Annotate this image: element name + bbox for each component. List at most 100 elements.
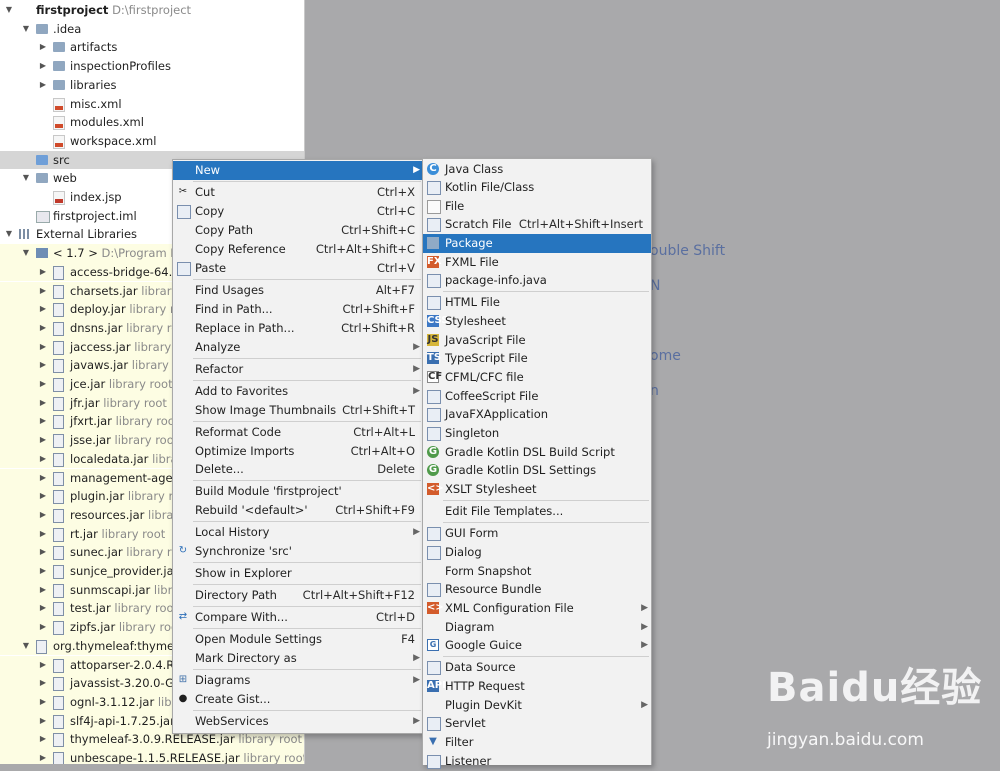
menu-item-diagram[interactable]: Diagram ▶: [423, 618, 651, 637]
chevron-right-icon[interactable]: ▶: [38, 656, 48, 675]
chevron-right-icon[interactable]: ▶: [38, 749, 48, 764]
menu-item-reformat-code[interactable]: Reformat Code Ctrl+Alt+L: [173, 423, 423, 442]
menu-item-compare-with[interactable]: ⇄ Compare With... Ctrl+D: [173, 608, 423, 627]
menu-item-package[interactable]: Package: [423, 234, 651, 253]
chevron-right-icon[interactable]: ▶: [38, 693, 48, 712]
chevron-right-icon[interactable]: ▶: [38, 599, 48, 618]
chevron-right-icon[interactable]: ▶: [38, 618, 48, 637]
tree-item[interactable]: modules.xml: [0, 113, 304, 132]
chevron-right-icon[interactable]: ▶: [38, 431, 48, 450]
chevron-right-icon[interactable]: ▶: [38, 412, 48, 431]
menu-item-directory-path[interactable]: Directory Path Ctrl+Alt+Shift+F12: [173, 586, 423, 605]
chevron-down-icon[interactable]: ▼: [4, 225, 14, 244]
menu-item-data-source[interactable]: Data Source: [423, 658, 651, 677]
menu-item-google-guice[interactable]: G Google Guice ▶: [423, 636, 651, 655]
menu-item-filter[interactable]: ▼ Filter: [423, 733, 651, 752]
menu-item-optimize-imports[interactable]: Optimize Imports Ctrl+Alt+O: [173, 442, 423, 461]
menu-item-dialog[interactable]: Dialog: [423, 543, 651, 562]
menu-item-xslt[interactable]: <> XSLT Stylesheet: [423, 480, 651, 499]
menu-item-singleton[interactable]: Singleton: [423, 424, 651, 443]
tree-item[interactable]: misc.xml: [0, 95, 304, 114]
menu-item-typescript-file[interactable]: TS TypeScript File: [423, 349, 651, 368]
menu-item-synchronize[interactable]: ↻ Synchronize 'src': [173, 542, 423, 561]
menu-item-rebuild[interactable]: Rebuild '<default>' Ctrl+Shift+F9: [173, 501, 423, 520]
chevron-right-icon[interactable]: ▶: [38, 38, 48, 57]
menu-item-xml-config[interactable]: <> XML Configuration File ▶: [423, 599, 651, 618]
chevron-right-icon[interactable]: ▶: [38, 319, 48, 338]
menu-item-add-to-favorites[interactable]: Add to Favorites ▶: [173, 382, 423, 401]
menu-item-javascript-file[interactable]: JS JavaScript File: [423, 331, 651, 350]
chevron-right-icon[interactable]: ▶: [38, 469, 48, 488]
chevron-right-icon[interactable]: ▶: [38, 562, 48, 581]
menu-item-find-usages[interactable]: Find Usages Alt+F7: [173, 281, 423, 300]
menu-item-resource-bundle[interactable]: Resource Bundle: [423, 580, 651, 599]
tree-item[interactable]: ▼ firstproject D:\firstproject: [0, 1, 304, 20]
chevron-right-icon[interactable]: ▶: [38, 581, 48, 600]
menu-item-analyze[interactable]: Analyze ▶: [173, 338, 423, 357]
menu-item-edit-templates[interactable]: Edit File Templates...: [423, 502, 651, 521]
menu-item-html-file[interactable]: HTML File: [423, 293, 651, 312]
menu-item-file[interactable]: File: [423, 197, 651, 216]
chevron-right-icon[interactable]: ▶: [38, 282, 48, 301]
chevron-right-icon[interactable]: ▶: [38, 263, 48, 282]
menu-item-kotlin-file[interactable]: Kotlin File/Class: [423, 178, 651, 197]
chevron-right-icon[interactable]: ▶: [38, 338, 48, 357]
menu-item-http-request[interactable]: API HTTP Request: [423, 677, 651, 696]
chevron-right-icon[interactable]: ▶: [38, 674, 48, 693]
chevron-right-icon[interactable]: ▶: [38, 57, 48, 76]
chevron-down-icon[interactable]: ▼: [21, 637, 31, 656]
menu-item-create-gist[interactable]: ● Create Gist...: [173, 690, 423, 709]
menu-item-java-class[interactable]: C Java Class: [423, 160, 651, 179]
menu-item-open-module-settings[interactable]: Open Module Settings F4: [173, 630, 423, 649]
menu-item-find-in-path[interactable]: Find in Path... Ctrl+Shift+F: [173, 300, 423, 319]
menu-item-local-history[interactable]: Local History ▶: [173, 523, 423, 542]
menu-item-form-snapshot[interactable]: Form Snapshot: [423, 562, 651, 581]
menu-item-webservices[interactable]: WebServices ▶: [173, 712, 423, 731]
menu-item-stylesheet[interactable]: CSS Stylesheet: [423, 312, 651, 331]
chevron-right-icon[interactable]: ▶: [38, 712, 48, 731]
menu-item-mark-directory-as[interactable]: Mark Directory as ▶: [173, 649, 423, 668]
menu-item-listener[interactable]: Listener: [423, 752, 651, 771]
menu-item-replace-in-path[interactable]: Replace in Path... Ctrl+Shift+R: [173, 319, 423, 338]
tree-item[interactable]: ▶ inspectionProfiles: [0, 57, 304, 76]
chevron-right-icon[interactable]: ▶: [38, 375, 48, 394]
menu-item-copy-reference[interactable]: Copy Reference Ctrl+Alt+Shift+C: [173, 240, 423, 259]
menu-item-scratch-file[interactable]: Scratch File Ctrl+Alt+Shift+Insert: [423, 215, 651, 234]
chevron-down-icon[interactable]: ▼: [21, 169, 31, 188]
menu-item-copy-path[interactable]: Copy Path Ctrl+Shift+C: [173, 221, 423, 240]
menu-item-gradle-settings[interactable]: G Gradle Kotlin DSL Settings: [423, 461, 651, 480]
menu-item-cfml-file[interactable]: CF CFML/CFC file: [423, 368, 651, 387]
menu-item-gui-form[interactable]: GUI Form: [423, 524, 651, 543]
menu-item-new[interactable]: New ▶: [173, 161, 423, 180]
tree-item[interactable]: ▼ .idea: [0, 20, 304, 39]
menu-item-plugin-devkit[interactable]: Plugin DevKit ▶: [423, 696, 651, 715]
tree-item[interactable]: workspace.xml: [0, 132, 304, 151]
chevron-down-icon[interactable]: ▼: [21, 244, 31, 263]
chevron-right-icon[interactable]: ▶: [38, 450, 48, 469]
menu-item-coffeescript-file[interactable]: CoffeeScript File: [423, 387, 651, 406]
menu-item-delete[interactable]: Delete... Delete: [173, 460, 423, 479]
tree-item[interactable]: ▶ libraries: [0, 76, 304, 95]
menu-item-paste[interactable]: Paste Ctrl+V: [173, 259, 423, 278]
menu-item-servlet[interactable]: Servlet: [423, 714, 651, 733]
chevron-down-icon[interactable]: ▼: [21, 20, 31, 39]
chevron-right-icon[interactable]: ▶: [38, 300, 48, 319]
menu-item-show-in-explorer[interactable]: Show in Explorer: [173, 564, 423, 583]
chevron-right-icon[interactable]: ▶: [38, 525, 48, 544]
menu-item-package-info[interactable]: package-info.java: [423, 271, 651, 290]
tree-item[interactable]: ▶ artifacts: [0, 38, 304, 57]
tree-item[interactable]: ▶ unbescape-1.1.5.RELEASE.jar library roo…: [0, 749, 304, 764]
chevron-down-icon[interactable]: ▼: [4, 1, 14, 20]
chevron-right-icon[interactable]: ▶: [38, 730, 48, 749]
chevron-right-icon[interactable]: ▶: [38, 487, 48, 506]
menu-item-fxml-file[interactable]: FX FXML File: [423, 253, 651, 272]
chevron-right-icon[interactable]: ▶: [38, 394, 48, 413]
menu-item-gradle-build[interactable]: G Gradle Kotlin DSL Build Script: [423, 443, 651, 462]
menu-item-build-module[interactable]: Build Module 'firstproject': [173, 482, 423, 501]
menu-item-cut[interactable]: ✂ Cut Ctrl+X: [173, 183, 423, 202]
chevron-right-icon[interactable]: ▶: [38, 356, 48, 375]
chevron-right-icon[interactable]: ▶: [38, 76, 48, 95]
chevron-right-icon[interactable]: ▶: [38, 543, 48, 562]
menu-item-refactor[interactable]: Refactor ▶: [173, 360, 423, 379]
menu-item-copy[interactable]: Copy Ctrl+C: [173, 202, 423, 221]
